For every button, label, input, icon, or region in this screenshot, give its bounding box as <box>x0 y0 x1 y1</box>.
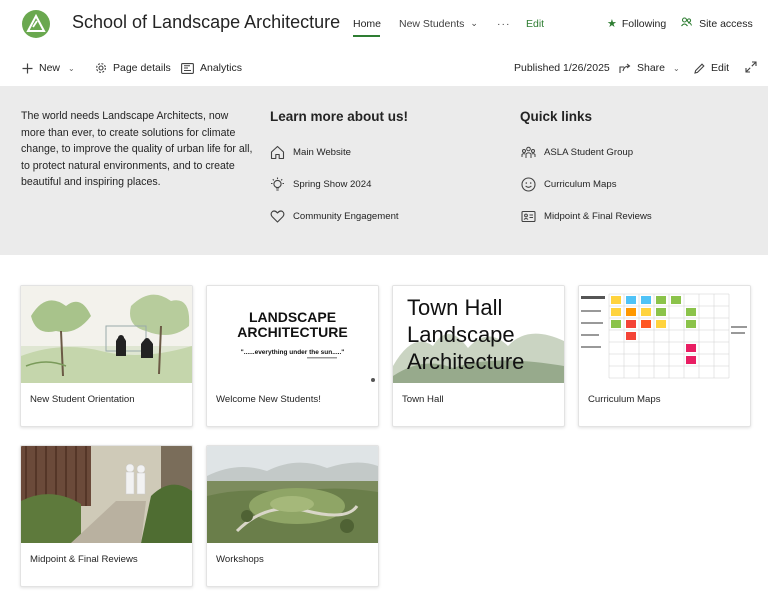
chevron-down-icon: ⌄ <box>673 63 680 73</box>
card-new-student-orientation[interactable]: New Student Orientation <box>20 285 193 427</box>
analytics-label: Analytics <box>200 62 243 74</box>
pencil-icon <box>694 62 705 74</box>
card-welcome-new-students[interactable]: LANDSCAPE ARCHITECTURE "......everything… <box>206 285 379 427</box>
share-button[interactable]: Share ⌄ <box>619 62 680 74</box>
slide-tagline: "......everything under the sun....." <box>241 349 345 356</box>
card-thumbnail-sketch <box>21 286 192 383</box>
new-label: New <box>39 62 61 74</box>
link-label: Main Website <box>293 147 351 158</box>
card-thumbnail-title-slide: LANDSCAPE ARCHITECTURE "......everything… <box>207 286 378 383</box>
slide-line2: ARCHITECTURE <box>237 324 347 340</box>
analytics-icon <box>181 62 194 74</box>
quick-links-heading: Quick links <box>520 109 593 124</box>
nav-edit-link[interactable]: Edit <box>526 18 544 30</box>
card-caption: Town Hall <box>402 394 444 405</box>
slide-line1: Town Hall <box>407 295 502 320</box>
site-title[interactable]: School of Landscape Architecture <box>72 12 340 33</box>
page-details-button[interactable]: Page details <box>95 62 171 74</box>
edit-button[interactable]: Edit <box>694 62 729 74</box>
site-logo-icon[interactable] <box>22 10 50 38</box>
link-label: Curriculum Maps <box>544 179 617 190</box>
expand-button[interactable] <box>745 61 763 73</box>
star-icon: ★ <box>607 18 617 30</box>
learn-more-heading: Learn more about us! <box>270 109 409 124</box>
intro-text: The world needs Landscape Architects, no… <box>21 110 253 188</box>
card-workshops[interactable]: Workshops <box>206 445 379 587</box>
people-community-icon <box>521 146 536 158</box>
link-spring-show[interactable]: Spring Show 2024 <box>270 177 371 192</box>
slide-indicator-dot <box>371 378 375 382</box>
nav-home-active-indicator <box>353 35 380 37</box>
following-button[interactable]: ★ Following <box>607 17 666 30</box>
nav-new-students-label: New Students <box>399 18 465 30</box>
card-caption: Curriculum Maps <box>588 394 661 405</box>
site-access-button[interactable]: Site access <box>681 17 753 30</box>
link-label: Midpoint & Final Reviews <box>544 211 652 222</box>
new-button[interactable]: New ⌄ <box>22 62 75 74</box>
site-access-label: Site access <box>699 18 753 30</box>
expand-icon <box>745 61 757 73</box>
card-thumbnail-garden-rendering <box>21 446 192 543</box>
card-curriculum-maps[interactable]: Curriculum Maps <box>578 285 751 427</box>
chevron-down-icon: ⌄ <box>68 63 75 73</box>
card-town-hall[interactable]: Town Hall Landscape Architecture Town Ha… <box>392 285 565 427</box>
lightbulb-icon <box>271 177 284 191</box>
following-label: Following <box>621 18 667 30</box>
share-icon <box>619 63 631 74</box>
site-header: School of Landscape Architecture Home Ne… <box>0 0 768 50</box>
card-thumbnail-aerial-rendering <box>207 446 378 543</box>
slide-line1: LANDSCAPE <box>249 309 336 325</box>
chevron-down-icon: ⌄ <box>470 18 478 28</box>
card-caption: Workshops <box>216 554 264 565</box>
heart-icon <box>270 210 285 223</box>
link-label: Community Engagement <box>293 211 399 222</box>
share-label: Share <box>637 62 666 74</box>
page-details-label: Page details <box>113 62 171 74</box>
link-midpoint-final-reviews[interactable]: Midpoint & Final Reviews <box>521 209 652 224</box>
slide-line3: Architecture <box>407 349 524 374</box>
link-label: ASLA Student Group <box>544 147 634 158</box>
nav-home[interactable]: Home <box>353 18 381 30</box>
card-thumbnail-curriculum-grid <box>579 286 750 383</box>
edit-label: Edit <box>711 62 730 74</box>
contact-card-icon <box>521 210 536 223</box>
link-asla-student-group[interactable]: ASLA Student Group <box>521 145 633 160</box>
card-midpoint-final-reviews[interactable]: Midpoint & Final Reviews <box>20 445 193 587</box>
published-status: Published 1/26/2025 <box>514 62 610 74</box>
gear-icon <box>95 62 107 74</box>
home-icon <box>270 145 285 160</box>
plus-icon <box>22 63 33 74</box>
nav-more-button[interactable]: ··· <box>497 18 511 30</box>
card-thumbnail-town-hall-slide: Town Hall Landscape Architecture <box>393 286 564 383</box>
slide-line2: Landscape <box>407 322 515 347</box>
link-label: Spring Show 2024 <box>293 179 372 190</box>
card-caption: Welcome New Students! <box>216 394 321 405</box>
card-caption: Midpoint & Final Reviews <box>30 554 138 565</box>
smile-icon <box>521 177 536 192</box>
analytics-button[interactable]: Analytics <box>181 62 242 74</box>
card-caption: New Student Orientation <box>30 394 135 405</box>
link-main-website[interactable]: Main Website <box>270 145 351 160</box>
link-curriculum-maps[interactable]: Curriculum Maps <box>521 177 617 192</box>
nav-new-students[interactable]: New Students ⌄ <box>399 18 478 30</box>
link-community-engagement[interactable]: Community Engagement <box>270 209 399 224</box>
people-icon <box>681 17 695 30</box>
